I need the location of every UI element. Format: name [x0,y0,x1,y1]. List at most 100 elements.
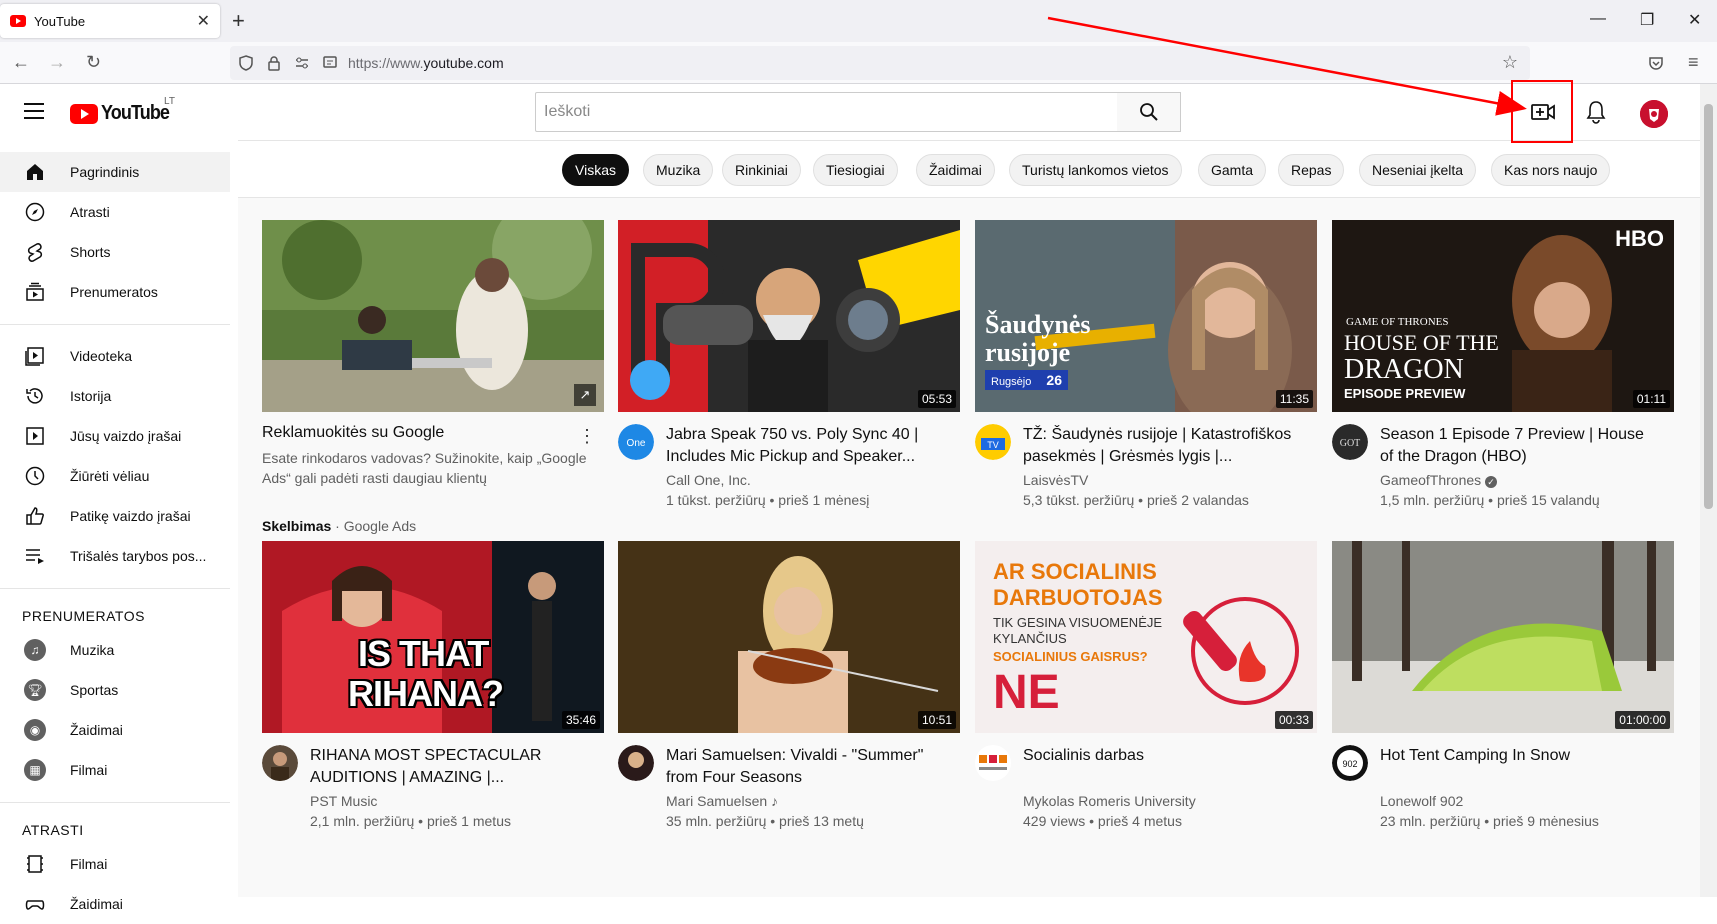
chip-all[interactable]: Viskas [562,154,629,186]
video-card[interactable]: IS THAT RIHANA? 35:46 RIHANA MOST SPECTA… [262,541,604,841]
chip-tourist-spots[interactable]: Turistų lankomos vietos [1009,154,1182,186]
page-scrollbar[interactable] [1700,84,1717,897]
video-title[interactable]: TŽ: Šaudynės rusijoje | Katastrofiškos p… [1023,424,1303,468]
menu-icon[interactable]: ≡ [1688,52,1699,73]
ad-card[interactable]: ↗ Reklamuokitės su Google ⋮ Esate rinkod… [262,220,604,534]
thumbnail-overlay-line1: AR SOCIALINIS [993,559,1157,584]
url-text: https://www.youtube.com [348,55,504,71]
channel-avatar[interactable] [618,745,654,781]
shield-icon[interactable] [238,55,254,71]
account-avatar[interactable] [1640,100,1668,128]
channel-name[interactable]: Lonewolf 902 [1380,793,1463,809]
sidebar-item-music[interactable]: ♫ Muzika [0,630,230,670]
pocket-icon[interactable] [1648,55,1664,71]
subscriptions-heading: PRENUMERATOS [22,608,145,624]
chip-gaming[interactable]: Žaidimai [916,154,995,186]
youtube-logo[interactable]: YouTube LT [70,96,177,125]
sidebar-item-shorts[interactable]: Shorts [0,232,230,272]
external-link-icon[interactable]: ↗ [574,384,596,406]
channel-avatar[interactable] [975,745,1011,781]
minimize-window-button[interactable]: — [1590,10,1606,28]
ad-title[interactable]: Reklamuokitės su Google [262,424,444,442]
new-tab-button[interactable]: + [232,8,245,34]
video-thumbnail[interactable]: 01:00:00 [1332,541,1674,733]
search-input[interactable] [535,92,1118,132]
video-card[interactable]: 05:53 One Jabra Speak 750 vs. Poly Sync … [618,220,960,520]
search-button[interactable] [1117,92,1181,132]
address-bar[interactable]: https://www.youtube.com ☆ [230,46,1530,80]
sidebar-item-subscriptions[interactable]: Prenumeratos [0,272,230,312]
video-thumbnail[interactable]: HBO GAME OF THRONES HOUSE OF THE DRAGON … [1332,220,1674,412]
sidebar-item-explore[interactable]: Atrasti [0,192,230,232]
video-title[interactable]: Season 1 Episode 7 Preview | House of th… [1380,424,1660,468]
sidebar-item-sports[interactable]: 🏆︎ Sportas [0,670,230,710]
video-title[interactable]: Jabra Speak 750 vs. Poly Sync 40 | Inclu… [666,424,946,468]
lock-icon[interactable] [266,55,282,71]
video-card[interactable]: 01:00:00 902 Hot Tent Camping In Snow Lo… [1332,541,1674,841]
chip-new-to-you[interactable]: Kas nors naujo [1491,154,1611,186]
video-title[interactable]: Socialinis darbas [1023,745,1303,767]
restore-window-button[interactable]: ❐ [1640,10,1654,30]
video-thumbnail[interactable]: AR SOCIALINIS DARBUOTOJAS TIK GESINA VIS… [975,541,1317,733]
chip-nature[interactable]: Gamta [1198,154,1267,186]
video-title[interactable]: Hot Tent Camping In Snow [1380,745,1660,767]
video-card[interactable]: 10:51 Mari Samuelsen: Vivaldi - "Summer"… [618,541,960,841]
sidebar-item-explore-movies[interactable]: Filmai [0,844,230,884]
channel-name[interactable]: Call One, Inc. [666,472,751,488]
channel-avatar[interactable] [262,745,298,781]
sidebar-item-label: Shorts [70,244,111,260]
sidebar-item-your-videos[interactable]: Jūsų vaizdo įrašai [0,416,230,456]
channel-name[interactable]: Mari Samuelsen ♪ [666,793,778,809]
sidebar-item-movies[interactable]: ▦ Filmai [0,750,230,790]
notifications-bell-icon[interactable] [1584,99,1608,125]
chip-recently-uploaded[interactable]: Neseniai įkelta [1359,154,1477,186]
chip-music[interactable]: Muzika [643,154,714,186]
hamburger-menu-icon[interactable] [24,103,44,119]
ad-thumbnail[interactable]: ↗ [262,220,604,412]
music-note-icon: ♪ [771,793,779,809]
video-thumbnail[interactable]: Šaudynės rusijoje Rugsėjo 26 11:35 [975,220,1317,412]
browser-tab[interactable]: YouTube ✕ [0,4,220,38]
reader-view-icon[interactable] [322,55,338,71]
sidebar-item-gaming[interactable]: ◉ Žaidimai [0,710,230,750]
reload-icon[interactable]: ↻ [86,52,101,73]
scrollbar-thumb[interactable] [1704,104,1713,509]
sidebar-item-home[interactable]: Pagrindinis [0,152,230,192]
bookmark-star-icon[interactable]: ☆ [1502,52,1518,73]
more-options-icon[interactable]: ⋮ [578,426,596,447]
chip-rap[interactable]: Repas [1278,154,1345,186]
sidebar: Pagrindinis Atrasti Shorts Prenumeratos … [0,140,238,912]
sidebar-item-playlist[interactable]: Trišalės tarybos pos... [0,536,230,576]
chip-mixes[interactable]: Rinkiniai [722,154,801,186]
channel-name[interactable]: Mykolas Romeris University [1023,793,1196,809]
browser-tab-bar: YouTube ✕ + — ❐ ✕ [0,0,1717,42]
channel-name[interactable]: LaisvėsTV [1023,472,1088,488]
close-tab-icon[interactable]: ✕ [197,11,210,31]
thumbnail-overlay-line1: Šaudynės [985,310,1091,339]
close-window-button[interactable]: ✕ [1688,10,1701,30]
back-arrow-icon[interactable]: ← [12,52,30,73]
video-card[interactable]: Šaudynės rusijoje Rugsėjo 26 11:35 TV TŽ… [975,220,1317,520]
sidebar-item-history[interactable]: Istorija [0,376,230,416]
channel-avatar[interactable]: TV [975,424,1011,460]
video-thumbnail[interactable]: 05:53 [618,220,960,412]
video-card[interactable]: HBO GAME OF THRONES HOUSE OF THE DRAGON … [1332,220,1674,520]
channel-avatar[interactable]: GOT [1332,424,1368,460]
video-title[interactable]: Mari Samuelsen: Vivaldi - "Summer" from … [666,745,946,789]
video-card[interactable]: AR SOCIALINIS DARBUOTOJAS TIK GESINA VIS… [975,541,1317,841]
channel-avatar[interactable]: 902 [1332,745,1368,781]
sidebar-item-label: Žaidimai [70,896,123,912]
sidebar-item-liked-videos[interactable]: Patikę vaizdo įrašai [0,496,230,536]
video-thumbnail[interactable]: IS THAT RIHANA? 35:46 [262,541,604,733]
channel-avatar[interactable]: One [618,424,654,460]
forward-arrow-icon[interactable]: → [48,52,66,73]
channel-name[interactable]: GameofThrones ✓ [1380,472,1498,488]
video-thumbnail[interactable]: 10:51 [618,541,960,733]
sidebar-item-explore-gaming[interactable]: Žaidimai [0,884,230,924]
chip-live[interactable]: Tiesiogiai [813,154,898,186]
channel-name[interactable]: PST Music [310,793,377,809]
video-title[interactable]: RIHANA MOST SPECTACULAR AUDITIONS | AMAZ… [310,745,590,789]
permissions-icon[interactable] [294,55,310,71]
sidebar-item-library[interactable]: Videoteka [0,336,230,376]
sidebar-item-watch-later[interactable]: Žiūrėti vėliau [0,456,230,496]
